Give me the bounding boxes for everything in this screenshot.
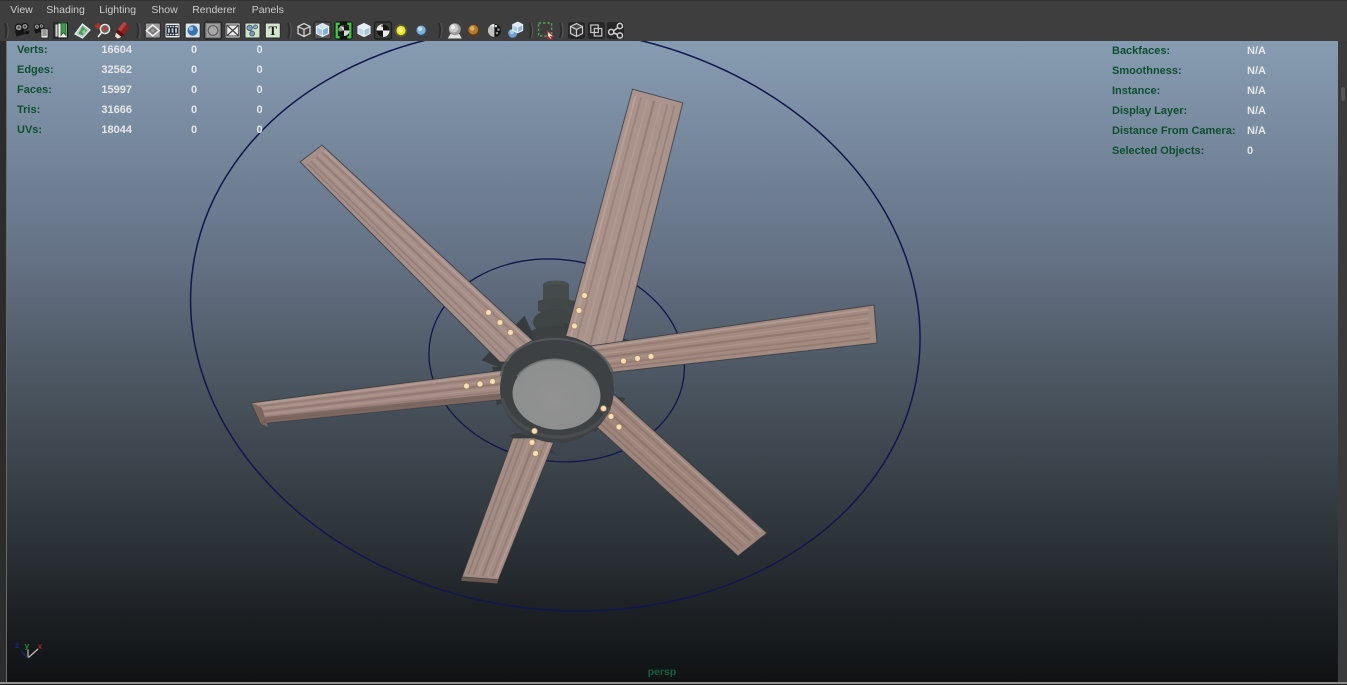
svg-text:T: T xyxy=(268,23,277,38)
svg-text:z: z xyxy=(15,640,19,650)
svg-text:x: x xyxy=(38,641,43,651)
svg-text:y: y xyxy=(25,641,30,651)
